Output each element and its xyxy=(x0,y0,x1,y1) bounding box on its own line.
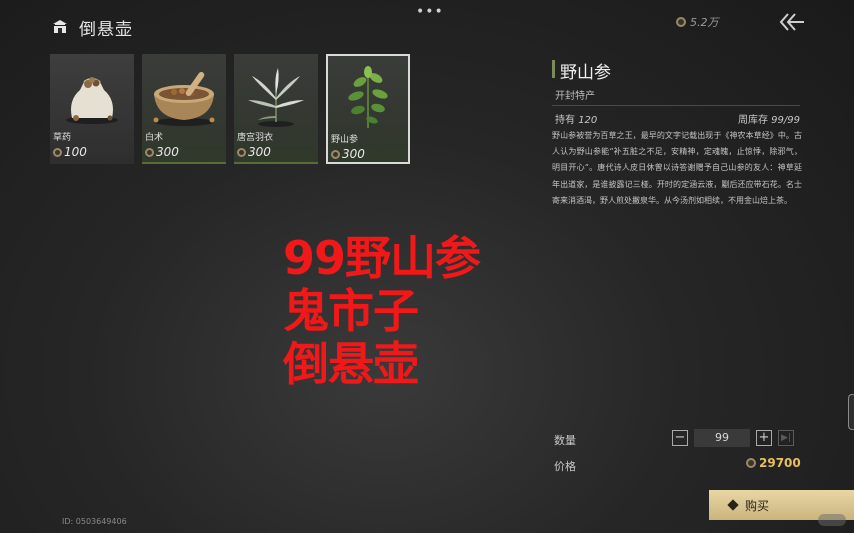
ginseng-plant-icon xyxy=(348,66,388,128)
owned-count: 持有 120 xyxy=(555,111,597,126)
top-bar: 倒悬壶 ••• 5.2万 xyxy=(0,0,854,48)
mortar-herbs-icon xyxy=(153,71,215,126)
item-name: 草药 xyxy=(53,133,72,143)
title-accent-bar xyxy=(552,60,555,78)
overlay-caption: 99野山参 鬼市子 倒悬壶 xyxy=(283,231,481,391)
coin-icon xyxy=(746,458,756,468)
quantity-stepper: − 99 + ▶| xyxy=(672,429,794,447)
item-accent-bar xyxy=(142,162,226,164)
item-price-value: 300 xyxy=(156,145,179,159)
herb-sack-icon xyxy=(66,77,118,124)
item-card-ginseng[interactable]: 野山参 300 xyxy=(326,54,410,164)
quantity-label: 数量 xyxy=(554,434,576,447)
coin-icon xyxy=(331,149,340,159)
item-card-herb[interactable]: 草药 100 xyxy=(50,54,134,164)
diamond-icon xyxy=(727,499,739,511)
item-grid: 草药 100 白术 300 唐宫羽衣 300 野山参 300 xyxy=(50,54,410,164)
item-price-value: 100 xyxy=(64,145,87,159)
coin-icon xyxy=(237,147,246,157)
increase-button[interactable]: + xyxy=(756,430,772,446)
divider xyxy=(552,105,800,106)
detail-item-subtitle: 开封特产 xyxy=(555,91,595,102)
back-arrow-icon[interactable] xyxy=(778,11,806,33)
item-price-value: 300 xyxy=(342,147,365,161)
stock-label: 周库存 xyxy=(737,115,768,126)
detail-description: 野山参被誉为百草之王，最早的文字记载出现于《神农本草经》中。古人认为野山参能“补… xyxy=(552,131,802,205)
coin-icon xyxy=(676,17,686,27)
overlay-line-3: 倒悬壶 xyxy=(283,337,419,391)
detail-item-name: 野山参 xyxy=(560,63,611,83)
item-name: 白术 xyxy=(145,133,164,143)
buy-button-label: 购买 xyxy=(745,498,770,513)
item-price: 300 xyxy=(237,145,271,159)
item-accent-bar xyxy=(234,162,318,164)
indicator-pill xyxy=(818,514,846,526)
item-price: 300 xyxy=(331,147,365,161)
total-price-value: 29700 xyxy=(759,456,801,470)
item-name: 唐宫羽衣 xyxy=(237,133,274,143)
price-label: 价格 xyxy=(554,460,576,473)
silver-leaf-plant-icon xyxy=(248,68,304,127)
stock-value: 99/99 xyxy=(771,115,800,126)
coin-icon xyxy=(145,147,154,157)
owned-label: 持有 xyxy=(555,115,575,126)
currency-display: 5.2万 xyxy=(676,14,719,30)
shop-title: 倒悬壶 xyxy=(79,20,133,40)
decrease-button[interactable]: − xyxy=(672,430,688,446)
overlay-line-1: 99野山参 xyxy=(283,231,481,285)
item-price: 300 xyxy=(145,145,179,159)
item-card-tanggong[interactable]: 唐宫羽衣 300 xyxy=(234,54,318,164)
item-price: 100 xyxy=(53,145,87,159)
item-name: 野山参 xyxy=(331,135,359,145)
max-quantity-button[interactable]: ▶| xyxy=(778,430,794,446)
owned-value: 120 xyxy=(578,115,598,126)
item-card-baizhu[interactable]: 白术 300 xyxy=(142,54,226,164)
shop-roof-icon xyxy=(53,20,67,33)
coin-icon xyxy=(53,147,62,157)
currency-amount: 5.2万 xyxy=(690,16,719,29)
total-price: 29700 xyxy=(746,456,801,470)
more-options-icon[interactable]: ••• xyxy=(416,4,444,20)
weekly-stock: 周库存 99/99 xyxy=(738,111,800,126)
item-price-value: 300 xyxy=(248,145,271,159)
side-drawer-handle[interactable] xyxy=(848,394,854,430)
overlay-line-2: 鬼市子 xyxy=(283,284,419,338)
quantity-input[interactable]: 99 xyxy=(694,429,750,447)
player-id: ID: 0503649406 xyxy=(62,517,127,526)
